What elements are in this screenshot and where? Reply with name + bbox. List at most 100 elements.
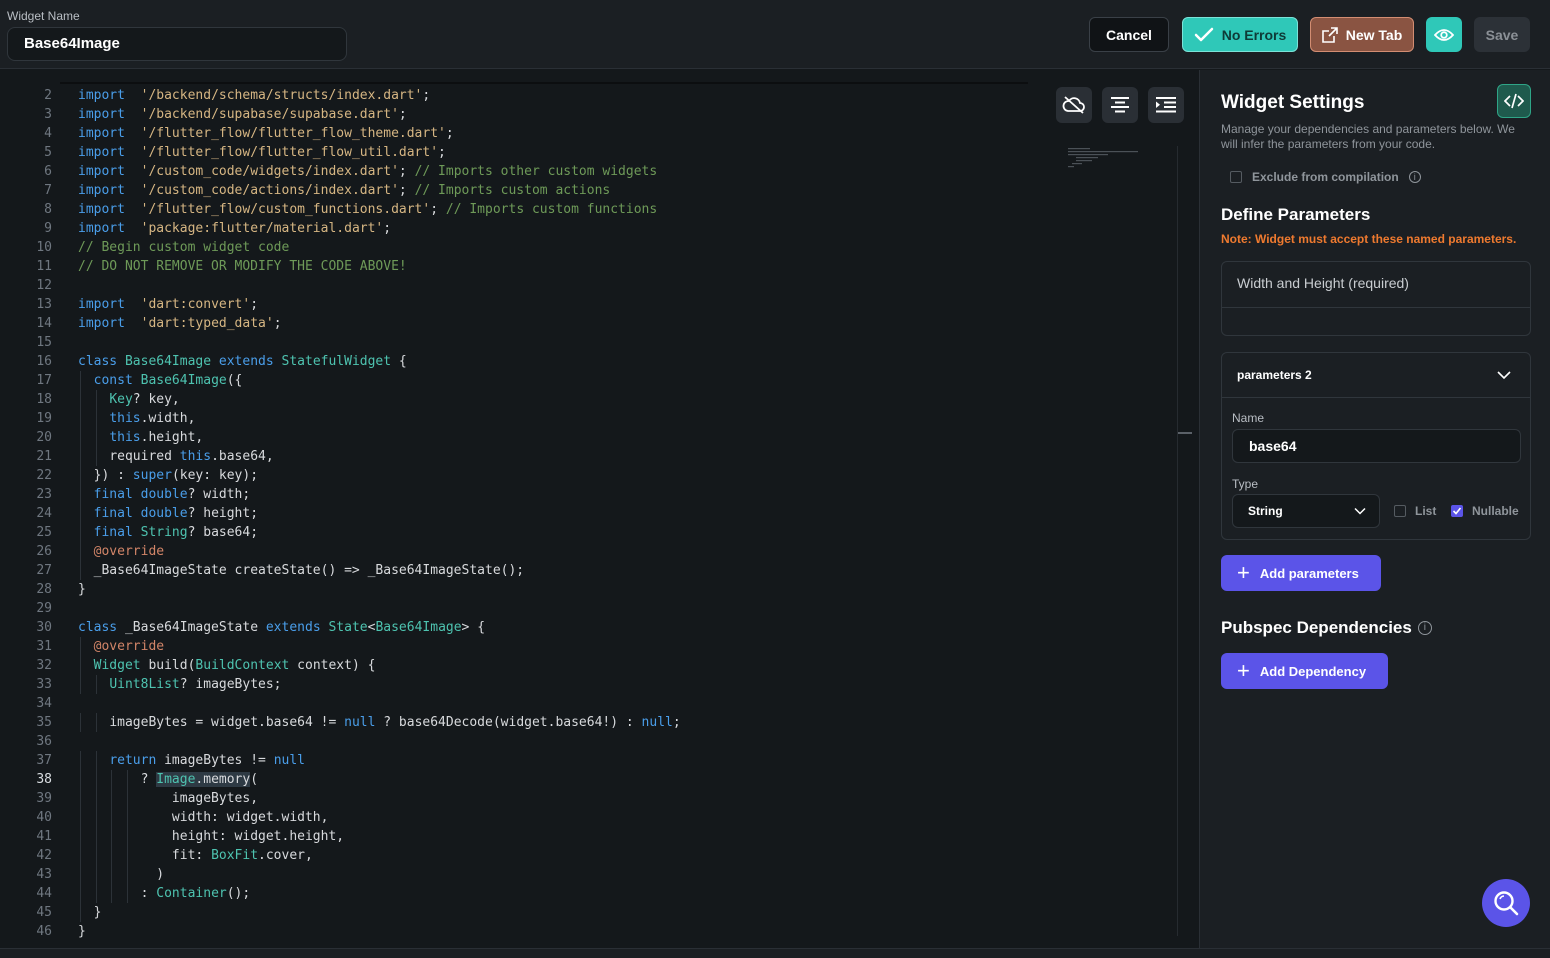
line-number: 29 xyxy=(36,601,52,616)
name-label: Name xyxy=(1232,411,1265,425)
code-line[interactable]: 44 : Container(); xyxy=(0,884,1050,903)
code-line[interactable]: 23 final double? width; xyxy=(0,485,1050,504)
code-line[interactable]: 25 final String? base64; xyxy=(0,523,1050,542)
code-line[interactable]: 14 import 'dart:typed_data'; xyxy=(0,314,1050,333)
code-line[interactable]: 22 }) : super(key: key); xyxy=(0,466,1050,485)
indent-guide xyxy=(80,675,81,694)
indent-guide xyxy=(80,789,81,808)
code-line[interactable]: 45 } xyxy=(0,903,1050,922)
code-line[interactable]: 24 final double? height; xyxy=(0,504,1050,523)
code-token: ? base64Decode(widget.base64!) : xyxy=(375,715,642,730)
code-line[interactable]: 4 import '/flutter_flow/flutter_flow_them… xyxy=(0,124,1050,143)
code-line[interactable]: 29 xyxy=(0,599,1050,618)
code-line[interactable]: 20 this.height, xyxy=(0,428,1050,447)
code-token: State xyxy=(328,620,368,635)
code-token: '/custom_code/actions/index.dart' xyxy=(140,183,399,198)
line-number: 30 xyxy=(36,620,52,635)
code-line[interactable]: 26 @override xyxy=(0,542,1050,561)
line-number: 11 xyxy=(36,259,52,274)
code-line[interactable]: 6 import '/custom_code/widgets/index.dart… xyxy=(0,162,1050,181)
define-parameters-title: Define Parameters xyxy=(1221,205,1371,224)
exclude-checkbox[interactable] xyxy=(1230,171,1242,183)
info-icon[interactable]: i xyxy=(1408,171,1421,183)
add-parameters-button[interactable]: + Add parameters xyxy=(1221,555,1381,591)
code-line[interactable]: 39 imageBytes, xyxy=(0,789,1050,808)
code-line[interactable]: 13 import 'dart:convert'; xyxy=(0,295,1050,314)
code-token: import xyxy=(78,202,125,217)
code-token: '/flutter_flow/custom_functions.dart' xyxy=(140,202,431,217)
line-number: 8 xyxy=(44,202,52,217)
code-line[interactable]: 17 const Base64Image({ xyxy=(0,371,1050,390)
code-line[interactable]: 28} xyxy=(0,580,1050,599)
code-line[interactable]: 41 height: widget.height, xyxy=(0,827,1050,846)
code-line[interactable]: 8 import '/flutter_flow/custom_functions.… xyxy=(0,200,1050,219)
code-line[interactable]: 34 xyxy=(0,694,1050,713)
code-line[interactable]: 9 import 'package:flutter/material.dart'; xyxy=(0,219,1050,238)
code-line[interactable]: 46} xyxy=(0,922,1050,941)
indent-button[interactable] xyxy=(1148,87,1184,123)
cloud-off-button[interactable] xyxy=(1056,87,1092,123)
code-token: ; xyxy=(398,107,407,122)
code-line[interactable]: 36 xyxy=(0,732,1050,751)
code-line[interactable]: 32 Widget build(BuildContext context) { xyxy=(0,656,1050,675)
widget-name-input[interactable]: Base64Image xyxy=(7,27,347,61)
indent-guide xyxy=(80,827,81,846)
code-line[interactable]: 27 _Base64ImageState createState() => _B… xyxy=(0,561,1050,580)
scroll-position-marker[interactable] xyxy=(1178,432,1192,434)
external-link-icon xyxy=(1321,26,1338,43)
add-dependency-button[interactable]: + Add Dependency xyxy=(1221,653,1388,689)
save-button[interactable]: Save xyxy=(1474,17,1530,52)
code-line[interactable]: 19 this.width, xyxy=(0,409,1050,428)
type-select[interactable]: String xyxy=(1232,494,1380,528)
code-token: 'package:flutter/material.dart' xyxy=(140,221,384,236)
code-editor[interactable]: 2 import '/backend/schema/structs/index.d… xyxy=(0,70,1198,948)
code-line[interactable]: 18 Key? key, xyxy=(0,390,1050,409)
width-height-card[interactable]: Width and Height (required) xyxy=(1221,261,1531,336)
code-line[interactable]: 10 // Begin custom widget code xyxy=(0,238,1050,257)
search-icon xyxy=(1494,891,1519,916)
code-line[interactable]: 5 import '/flutter_flow/flutter_flow_util… xyxy=(0,143,1050,162)
code-line[interactable]: 31 @override xyxy=(0,637,1050,656)
code-line[interactable]: 38 ? Image.memory( xyxy=(0,770,1050,789)
format-code-button[interactable] xyxy=(1102,87,1138,123)
new-tab-button[interactable]: New Tab xyxy=(1310,17,1414,52)
code-token: import xyxy=(78,126,125,141)
preview-button[interactable] xyxy=(1426,17,1462,52)
search-fab-button[interactable] xyxy=(1482,879,1530,927)
code-line[interactable]: 40 width: widget.width, xyxy=(0,808,1050,827)
code-line[interactable]: 11 // DO NOT REMOVE OR MODIFY THE CODE AB… xyxy=(0,257,1050,276)
code-minimap[interactable] xyxy=(1066,146,1178,176)
code-line[interactable]: 42 fit: BoxFit.cover, xyxy=(0,846,1050,865)
code-area[interactable]: 2 import '/backend/schema/structs/index.d… xyxy=(0,86,1050,941)
list-checkbox[interactable] xyxy=(1394,505,1406,517)
no-errors-button[interactable]: No Errors xyxy=(1182,17,1298,52)
code-line[interactable]: 21 required this.base64, xyxy=(0,447,1050,466)
line-number: 20 xyxy=(36,430,52,445)
code-token: ({ xyxy=(226,373,243,388)
vertical-scrollbar[interactable] xyxy=(1177,146,1178,936)
code-line[interactable]: 33 Uint8List? imageBytes; xyxy=(0,675,1050,694)
info-icon[interactable]: i xyxy=(1417,621,1432,635)
code-line[interactable]: 12 xyxy=(0,276,1050,295)
code-text: ? Image.memory( xyxy=(78,770,258,789)
code-line[interactable]: 43 ) xyxy=(0,865,1050,884)
code-line[interactable]: 3 import '/backend/supabase/supabase.dart… xyxy=(0,105,1050,124)
code-line[interactable]: 16 class Base64Image extends StatefulWidg… xyxy=(0,352,1050,371)
code-line[interactable]: 7 import '/custom_code/actions/index.dart… xyxy=(0,181,1050,200)
code-line[interactable]: 15 xyxy=(0,333,1050,352)
parameter-card-header[interactable]: parameters 2 xyxy=(1237,368,1312,382)
code-line[interactable]: 37 return imageBytes != null xyxy=(0,751,1050,770)
view-code-button[interactable] xyxy=(1497,84,1531,118)
nullable-option[interactable]: Nullable xyxy=(1451,504,1519,518)
code-line[interactable]: 30 class _Base64ImageState extends State<… xyxy=(0,618,1050,637)
chevron-down-icon[interactable] xyxy=(1496,367,1512,383)
code-token: final xyxy=(93,487,133,502)
cancel-button[interactable]: Cancel xyxy=(1089,17,1169,52)
parameter-name-input[interactable]: base64 xyxy=(1232,429,1521,463)
nullable-checkbox[interactable] xyxy=(1451,505,1463,517)
indent-guide xyxy=(126,846,128,865)
list-option[interactable]: List xyxy=(1394,504,1436,518)
code-line[interactable]: 2 import '/backend/schema/structs/index.d… xyxy=(0,86,1050,105)
code-line[interactable]: 35 imageBytes = widget.base64 != null ? … xyxy=(0,713,1050,732)
